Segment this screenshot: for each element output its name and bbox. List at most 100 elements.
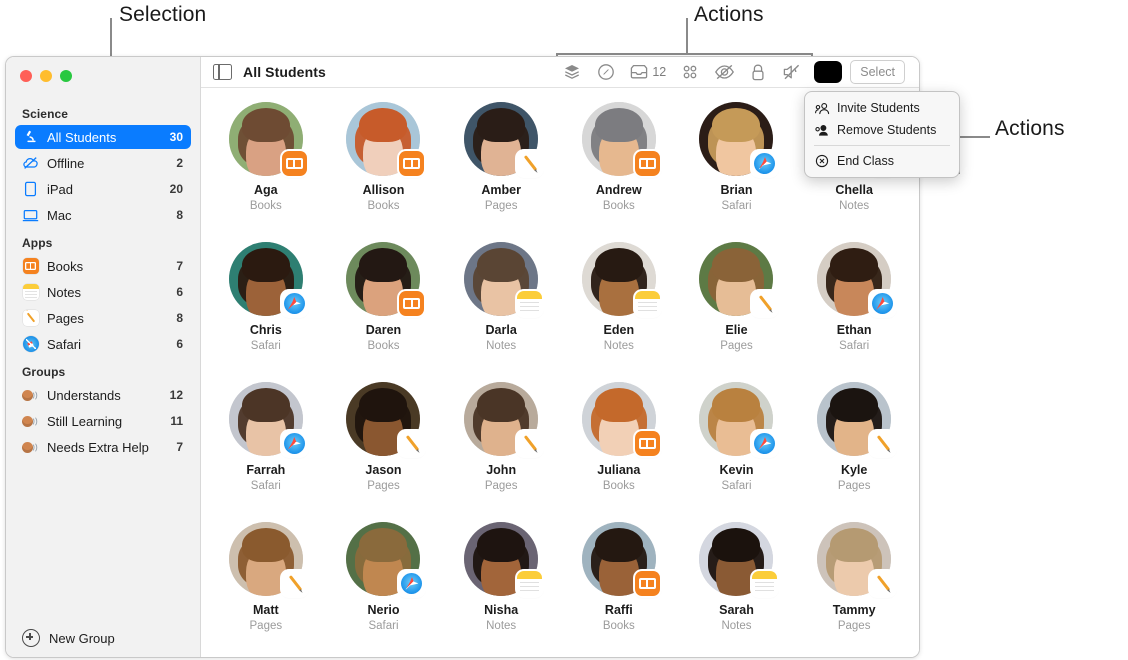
student-tile[interactable]: Jason Pages bbox=[325, 382, 443, 522]
grid-apps-icon[interactable] bbox=[673, 57, 707, 87]
student-tile[interactable]: Ethan Safari bbox=[795, 242, 913, 382]
sidebar-item-count: 2 bbox=[176, 156, 183, 170]
student-name: Raffi bbox=[604, 603, 633, 617]
hide-screen-icon[interactable] bbox=[707, 57, 741, 87]
menu-item-label: End Class bbox=[837, 154, 894, 168]
sidebar-item-all-students[interactable]: All Students 30 bbox=[15, 125, 191, 149]
student-tile[interactable]: Tammy Pages bbox=[795, 522, 913, 657]
student-name: Elie bbox=[725, 323, 748, 337]
app-badge-pages-icon bbox=[517, 431, 543, 456]
student-current-app: Books bbox=[602, 480, 635, 492]
student-name: Ethan bbox=[836, 323, 872, 337]
sidebar-toggle-icon[interactable] bbox=[213, 63, 232, 81]
student-tile[interactable]: Brian Safari bbox=[678, 102, 796, 242]
menu-item-label: Invite Students bbox=[837, 101, 920, 115]
student-name: Eden bbox=[603, 323, 635, 337]
inbox-count: 12 bbox=[652, 65, 667, 79]
sidebar-item-pages[interactable]: Pages 8 bbox=[15, 306, 191, 330]
student-tile[interactable]: Allison Books bbox=[325, 102, 443, 242]
student-tile[interactable]: Matt Pages bbox=[207, 522, 325, 657]
notes-app-icon bbox=[22, 284, 39, 301]
sidebar-item-count: 12 bbox=[169, 388, 183, 402]
sidebar-item-label: Offline bbox=[47, 155, 85, 171]
close-button[interactable] bbox=[20, 70, 32, 82]
student-tile[interactable]: Farrah Safari bbox=[207, 382, 325, 522]
student-name: Aga bbox=[254, 183, 278, 197]
student-tile[interactable]: Kyle Pages bbox=[795, 382, 913, 522]
app-badge-notes-icon bbox=[517, 571, 543, 596]
sidebar-item-books[interactable]: Books 7 bbox=[15, 254, 191, 278]
sidebar-item-ipad[interactable]: iPad 20 bbox=[15, 177, 191, 201]
student-current-app: Pages bbox=[249, 620, 283, 632]
student-tile[interactable]: Juliana Books bbox=[560, 382, 678, 522]
student-tile[interactable]: Chris Safari bbox=[207, 242, 325, 382]
sidebar-item-label: Still Learning bbox=[47, 413, 123, 429]
student-tile[interactable]: Andrew Books bbox=[560, 102, 678, 242]
sidebar-item-safari[interactable]: Safari 6 bbox=[15, 332, 191, 356]
student-current-app: Books bbox=[602, 620, 635, 632]
mac-icon bbox=[22, 207, 39, 224]
sidebar-item-notes[interactable]: Notes 6 bbox=[15, 280, 191, 304]
student-tile[interactable]: Nerio Safari bbox=[325, 522, 443, 657]
annotation-label-selection: Selection bbox=[119, 3, 207, 26]
student-name: Chella bbox=[835, 183, 873, 197]
menu-item-end-class[interactable]: End Class bbox=[805, 150, 959, 172]
student-tile[interactable]: Elie Pages bbox=[678, 242, 796, 382]
plus-circle-icon bbox=[22, 629, 40, 647]
sidebar-section-title: Groups bbox=[22, 365, 66, 379]
inbox-icon[interactable]: 12 bbox=[623, 57, 673, 87]
sidebar-item-needs-extra-help[interactable]: Needs Extra Help 7 bbox=[15, 435, 191, 459]
student-tile[interactable]: Daren Books bbox=[325, 242, 443, 382]
lock-icon[interactable] bbox=[741, 57, 775, 87]
invite-person-icon bbox=[814, 102, 830, 115]
color-swatch[interactable] bbox=[814, 61, 843, 83]
student-tile[interactable]: Kevin Safari bbox=[678, 382, 796, 522]
student-tile[interactable]: Amber Pages bbox=[442, 102, 560, 242]
student-current-app: Safari bbox=[721, 480, 752, 492]
sidebar-item-count: 6 bbox=[176, 285, 183, 299]
app-badge-safari-icon bbox=[870, 291, 896, 316]
group-icon bbox=[22, 413, 39, 430]
layers-icon[interactable] bbox=[555, 57, 589, 87]
student-tile[interactable]: Eden Notes bbox=[560, 242, 678, 382]
app-badge-safari-icon bbox=[399, 571, 425, 596]
student-tile[interactable]: Darla Notes bbox=[442, 242, 560, 382]
app-badge-books-icon bbox=[634, 571, 660, 596]
minimize-button[interactable] bbox=[40, 70, 52, 82]
new-group-label: New Group bbox=[49, 630, 115, 646]
student-tile[interactable]: Nisha Notes bbox=[442, 522, 560, 657]
sidebar-item-label: iPad bbox=[47, 181, 74, 197]
student-current-app: Books bbox=[367, 340, 400, 352]
student-current-app: Notes bbox=[603, 340, 634, 352]
toolbar: All Students 12 Select bbox=[201, 57, 919, 88]
student-tile[interactable]: Aga Books bbox=[207, 102, 325, 242]
app-badge-books-icon bbox=[399, 291, 425, 316]
student-current-app: Safari bbox=[721, 200, 752, 212]
student-current-app: Safari bbox=[839, 340, 870, 352]
zoom-button[interactable] bbox=[60, 70, 72, 82]
student-current-app: Pages bbox=[484, 200, 518, 212]
menu-item-invite-students[interactable]: Invite Students bbox=[805, 97, 959, 119]
new-group-button[interactable]: New Group bbox=[6, 619, 200, 657]
sidebar-item-understands[interactable]: Understands 12 bbox=[15, 383, 191, 407]
student-tile[interactable]: John Pages bbox=[442, 382, 560, 522]
sidebar-item-mac[interactable]: Mac 8 bbox=[15, 203, 191, 227]
end-class-icon bbox=[814, 154, 830, 168]
sidebar-item-offline[interactable]: Offline 2 bbox=[15, 151, 191, 175]
app-badge-books-icon bbox=[281, 151, 307, 176]
mute-icon[interactable] bbox=[775, 57, 809, 87]
student-name: Kevin bbox=[719, 463, 754, 477]
student-current-app: Safari bbox=[368, 620, 399, 632]
safari-app-icon bbox=[22, 336, 39, 353]
menu-item-remove-students[interactable]: Remove Students bbox=[805, 119, 959, 141]
student-name: Tammy bbox=[832, 603, 876, 617]
sidebar-item-still-learning[interactable]: Still Learning 11 bbox=[15, 409, 191, 433]
app-badge-pages-icon bbox=[870, 571, 896, 596]
navigate-icon[interactable] bbox=[589, 57, 623, 87]
app-badge-pages-icon bbox=[517, 151, 543, 176]
select-button[interactable]: Select bbox=[850, 60, 905, 84]
student-tile[interactable]: Sarah Notes bbox=[678, 522, 796, 657]
actions-dropdown-menu[interactable]: Invite Students Remove Students End Class bbox=[804, 91, 960, 178]
app-badge-notes-icon bbox=[752, 571, 778, 596]
student-tile[interactable]: Raffi Books bbox=[560, 522, 678, 657]
